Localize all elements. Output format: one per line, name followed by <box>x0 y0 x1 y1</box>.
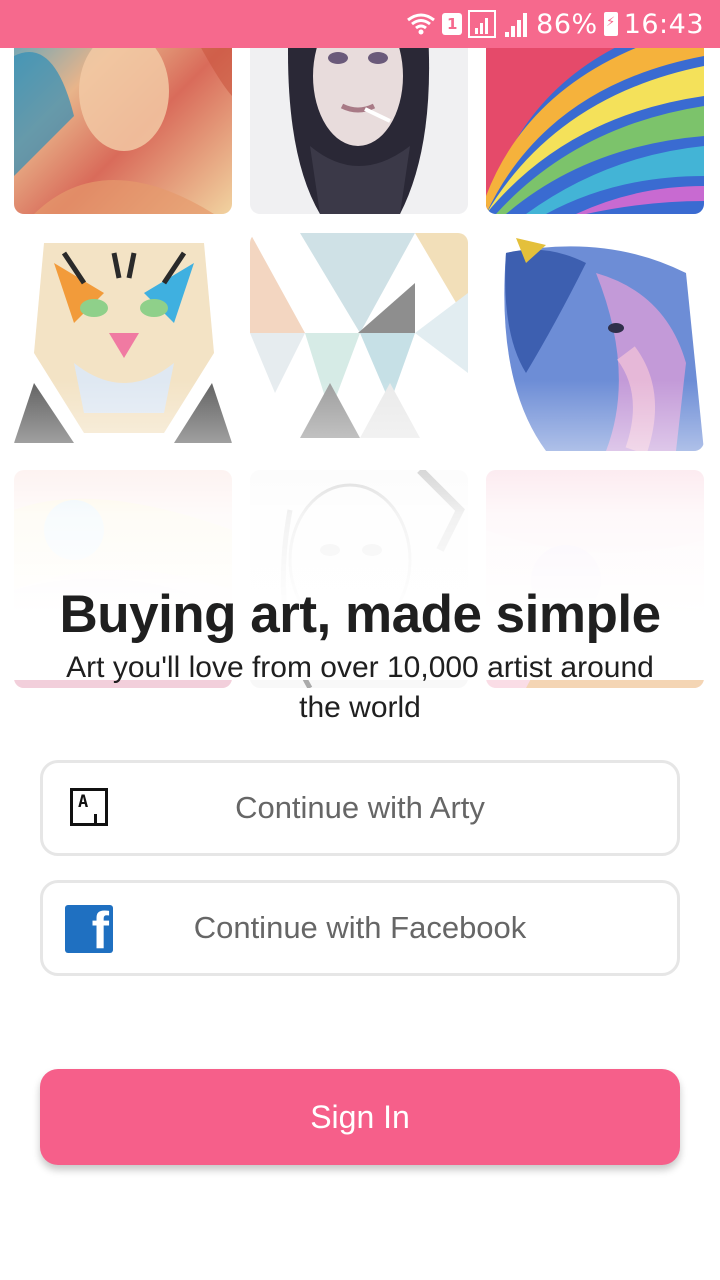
battery-percent: 86% <box>536 8 598 40</box>
sign-in-button[interactable]: Sign In <box>40 1069 680 1165</box>
status-bar: 1 86% 16:43 <box>0 0 720 48</box>
artwork-portrait-woman-painting <box>14 48 232 214</box>
artwork-rainbow-swirls <box>486 48 704 214</box>
continue-with-facebook-button[interactable]: f Continue with Facebook <box>40 880 680 976</box>
page-title: Buying art, made simple <box>59 585 661 644</box>
page-subtitle: Art you'll love from over 10,000 artist … <box>66 651 654 724</box>
continue-with-arty-button[interactable]: A Continue with Arty <box>40 760 680 856</box>
signal-sim1-icon <box>468 10 498 38</box>
artwork-portrait-woman-smoking <box>250 48 468 214</box>
continue-with-arty-label: Continue with Arty <box>235 790 485 825</box>
signal-sim2-icon <box>504 10 530 38</box>
sim-slot-badge: 1 <box>442 13 463 35</box>
continue-with-facebook-label: Continue with Facebook <box>193 910 527 945</box>
wifi-icon <box>406 12 436 36</box>
clock: 16:43 <box>623 8 704 40</box>
battery-charging-icon <box>603 12 618 36</box>
